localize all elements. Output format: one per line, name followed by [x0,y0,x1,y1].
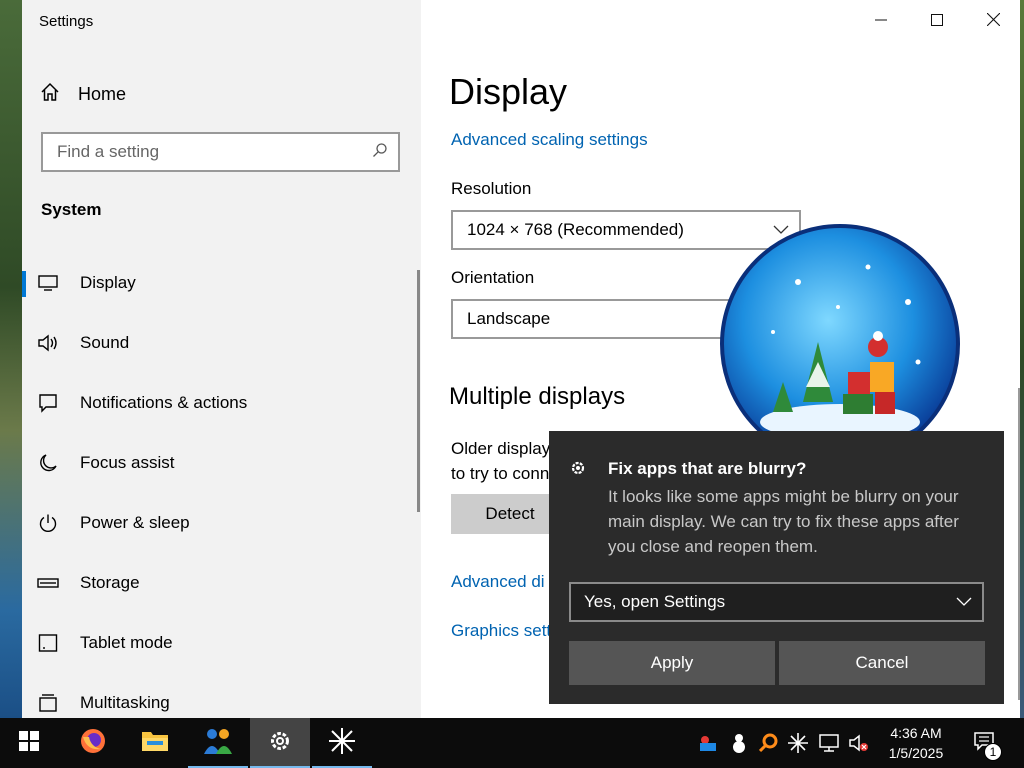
taskbar-firefox[interactable] [64,718,122,768]
search-icon [372,142,388,163]
sidebar-scrollbar[interactable] [417,270,420,512]
cancel-button[interactable]: Cancel [779,641,985,685]
tray-snowman-icon[interactable] [726,718,752,768]
sidebar-item-label: Focus assist [80,453,175,472]
home-icon [40,82,60,107]
start-button[interactable] [0,718,58,768]
snowglobe-decoration [720,224,960,464]
sidebar-item-storage[interactable]: Storage [22,563,421,603]
main-scrollbar[interactable] [1018,388,1020,700]
orientation-value: Landscape [467,309,551,328]
multitasking-icon [22,693,80,713]
sidebar-item-label: Display [80,273,136,292]
settings-icon [268,729,292,758]
sidebar-item-label: Tablet mode [80,633,173,652]
chevron-down-icon [956,592,972,612]
section-title: System [41,200,102,219]
taskbar-file-explorer[interactable] [126,718,184,768]
settings-gear-icon [569,459,587,482]
search-input[interactable]: Find a setting [41,132,400,172]
toast-select-value: Yes, open Settings [584,592,726,611]
search-placeholder: Find a setting [57,142,160,161]
sidebar-item-tablet-mode[interactable]: Tablet mode [22,623,421,663]
people-app-icon [202,726,234,761]
advanced-scaling-link[interactable]: Advanced scaling settings [451,130,648,150]
home-button[interactable]: Home [40,80,126,108]
taskbar-settings[interactable] [250,718,310,768]
network-icon[interactable] [815,718,843,768]
apply-button[interactable]: Apply [569,641,775,685]
sidebar-item-power-sleep[interactable]: Power & sleep [22,503,421,543]
notification-icon [22,393,80,413]
home-label: Home [78,83,127,104]
blurry-apps-toast: Fix apps that are blurry? It looks like … [549,431,1004,704]
tray-app-icon[interactable] [694,718,722,768]
clock-time: 4:36 AM [890,725,942,741]
page-title: Display [449,71,568,112]
storage-icon [22,577,80,589]
clock-date: 1/5/2025 [888,745,944,761]
older-displays-text-2: to try to conn [451,464,550,483]
monitor-icon [22,274,80,292]
firefox-icon [79,727,107,760]
sidebar-item-notifications[interactable]: Notifications & actions [22,383,421,423]
taskbar: 4:36 AM 1/5/2025 [0,718,1024,768]
sidebar-item-label: Power & sleep [80,513,190,532]
power-icon [22,513,80,533]
sidebar: Settings Home Find a setting System Disp… [22,0,421,718]
sidebar-item-display[interactable]: Display [22,263,421,303]
toast-action-select[interactable]: Yes, open Settings [569,582,984,622]
taskbar-people-app[interactable] [188,718,248,768]
tray-snowflake-icon[interactable] [785,718,811,768]
snowflake-app-icon [328,727,356,760]
start-icon [19,730,39,756]
file-explorer-icon [141,729,169,758]
older-displays-text: Older display [451,439,551,458]
volume-muted-icon[interactable] [845,718,873,768]
sidebar-item-sound[interactable]: Sound [22,323,421,363]
multiple-displays-heading: Multiple displays [449,383,626,410]
advanced-display-link[interactable]: Advanced di [451,572,545,592]
notification-count-badge: 1 [984,743,1002,761]
resolution-label: Resolution [451,179,532,198]
graphics-settings-link[interactable]: Graphics sett [451,621,551,641]
sidebar-item-label: Sound [80,333,130,352]
tablet-icon [22,633,80,653]
sidebar-item-label: Notifications & actions [80,393,248,412]
window-title: Settings [39,13,94,30]
sidebar-item-label: Multitasking [80,693,170,712]
tray-search-icon[interactable] [756,718,782,768]
moon-icon [22,453,80,473]
desktop-background-left [0,0,22,718]
speaker-icon [22,334,80,352]
toast-body: It looks like some apps might be blurry … [608,487,959,556]
sidebar-item-label: Storage [80,573,140,592]
sidebar-item-multitasking[interactable]: Multitasking [22,683,421,718]
taskbar-snowflake-app[interactable] [312,718,372,768]
orientation-label: Orientation [451,268,535,287]
sidebar-item-focus-assist[interactable]: Focus assist [22,443,421,483]
resolution-value: 1024 × 768 (Recommended) [467,220,684,239]
taskbar-clock[interactable]: 4:36 AM 1/5/2025 [876,723,956,763]
toast-title: Fix apps that are blurry? [608,459,807,478]
